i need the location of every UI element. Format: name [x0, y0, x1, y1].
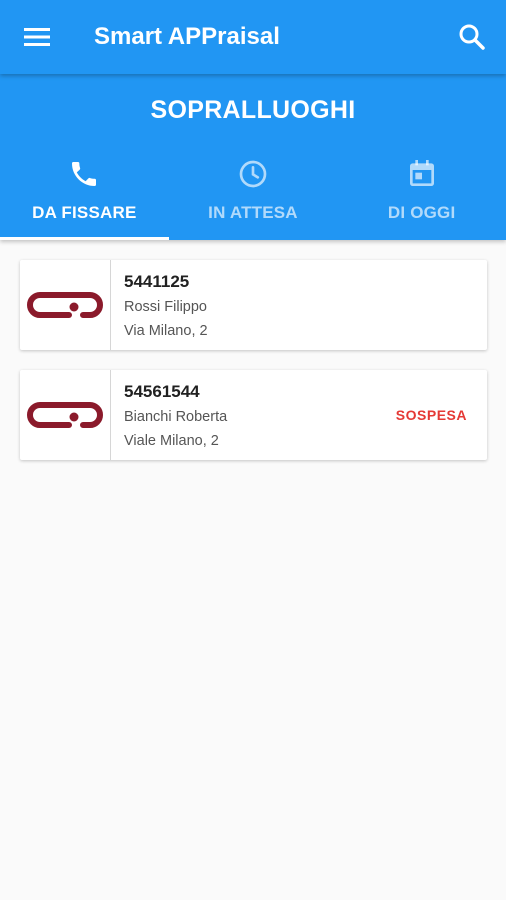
client-address: Via Milano, 2 — [124, 323, 208, 339]
tab-bar: DA FISSARE IN ATTESA DI OGGI — [0, 154, 506, 240]
phone-icon — [72, 162, 97, 186]
inspection-list: 5441125 Rossi Filippo Via Milano, 2 5456… — [20, 260, 487, 480]
app-title: Smart APPraisal — [94, 23, 280, 50]
calendar-icon — [409, 160, 434, 186]
list-item[interactable]: 5441125 Rossi Filippo Via Milano, 2 — [20, 260, 487, 350]
hamburger-menu-icon — [24, 28, 50, 46]
client-name: Bianchi Roberta — [124, 409, 228, 425]
active-tab-indicator — [0, 237, 169, 240]
page-title: SOPRALLUOGHI — [150, 96, 356, 124]
tab-in-attesa[interactable]: IN ATTESA — [169, 154, 338, 240]
tab-label: DI OGGI — [387, 203, 456, 222]
search-icon — [459, 24, 485, 50]
list-item[interactable]: 54561544 Bianchi Roberta Viale Milano, 2… — [20, 370, 487, 460]
top-app-bar: Smart APPraisal — [0, 0, 506, 74]
inspection-code: 54561544 — [124, 382, 200, 401]
company-logo-icon — [27, 292, 103, 318]
search-button[interactable] — [456, 21, 488, 53]
clock-icon — [239, 160, 267, 188]
client-address: Viale Milano, 2 — [124, 433, 219, 449]
app-screen: Smart APPraisal SOPRALLUOGHI DA FISSARE — [0, 0, 506, 900]
company-logo-icon — [27, 402, 103, 428]
tab-label: DA FISSARE — [32, 203, 137, 222]
inspection-code: 5441125 — [124, 272, 190, 291]
card-divider — [110, 260, 111, 350]
tab-di-oggi[interactable]: DI OGGI — [337, 154, 506, 240]
menu-button[interactable] — [22, 22, 52, 52]
tab-label: IN ATTESA — [208, 203, 298, 222]
section-header: SOPRALLUOGHI DA FISSARE IN ATTESA DI OGG… — [0, 74, 506, 240]
card-divider — [110, 370, 111, 460]
status-badge: SOSPESA — [395, 407, 467, 423]
tab-da-fissare[interactable]: DA FISSARE — [0, 154, 169, 240]
client-name: Rossi Filippo — [124, 299, 207, 315]
